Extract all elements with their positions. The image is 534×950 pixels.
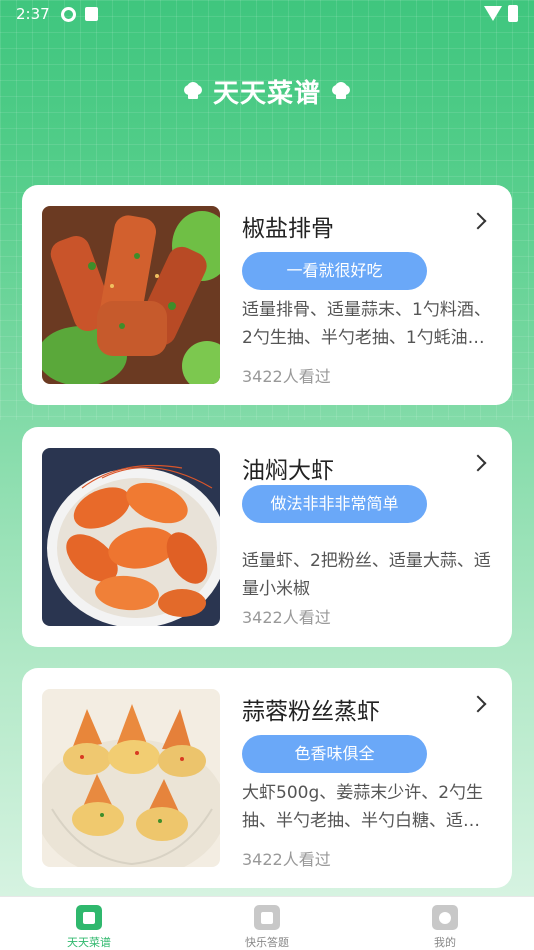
- recipe-card[interactable]: 蒜蓉粉丝蒸虾 色香味俱全 大虾500g、姜蒜末少许、2勺生抽、半勺老抽、半勺白糖…: [22, 668, 512, 888]
- recipe-views: 3422人看过: [242, 608, 331, 627]
- status-notification-icon: [85, 7, 98, 21]
- status-app-icon: [61, 7, 76, 22]
- page-title: 天天菜谱: [212, 78, 321, 109]
- recipe-image: [42, 689, 220, 867]
- recipe-views: 3422人看过: [242, 367, 331, 386]
- nav-item-recipes[interactable]: 天天菜谱: [0, 897, 178, 950]
- recipe-ingredients: 大虾500g、姜蒜末少许、2勺生抽、半勺老抽、半勺白糖、适量粉丝: [242, 783, 484, 831]
- recipe-ingredients: 适量虾、2把粉丝、适量大蒜、适量小米椒: [242, 551, 491, 599]
- battery-icon: [508, 5, 518, 22]
- nav-label: 天天菜谱: [67, 936, 111, 949]
- chef-hat-icon: [183, 82, 202, 99]
- profile-icon: [432, 905, 458, 930]
- recipe-card[interactable]: 油焖大虾 做法非非非常简单 适量虾、2把粉丝、适量大蒜、适量小米椒 3422人看…: [22, 427, 512, 647]
- recipe-image: [42, 448, 220, 626]
- chevron-right-icon[interactable]: [469, 212, 487, 230]
- chevron-right-icon[interactable]: [469, 695, 487, 713]
- wifi-icon: [484, 6, 502, 21]
- recipe-title: 油焖大虾: [242, 458, 334, 484]
- nav-item-profile[interactable]: 我的: [356, 897, 534, 950]
- recipe-tag: 色香味俱全: [242, 735, 427, 773]
- status-time: 2:37: [16, 5, 50, 23]
- chef-hat-icon: [332, 82, 350, 99]
- recipe-tag: 一看就很好吃: [242, 252, 427, 290]
- recipe-card[interactable]: 椒盐排骨 一看就很好吃 适量排骨、适量蒜末、1勺料酒、2勺生抽、半勺老抽、1勺蚝…: [22, 185, 512, 405]
- header: 天天菜谱: [0, 70, 534, 112]
- recipe-book-icon: [76, 905, 102, 930]
- quiz-icon: [254, 905, 280, 930]
- bottom-nav: 天天菜谱 快乐答题 我的: [0, 896, 534, 950]
- status-bar: 2:37: [0, 0, 534, 30]
- recipe-views: 3422人看过: [242, 850, 331, 869]
- recipe-tag: 做法非非非常简单: [242, 485, 427, 523]
- chevron-right-icon[interactable]: [469, 454, 487, 472]
- recipe-ingredients: 适量排骨、适量蒜末、1勺料酒、2勺生抽、半勺老抽、1勺蚝油、少许白糖: [242, 300, 491, 348]
- recipe-title: 蒜蓉粉丝蒸虾: [242, 699, 380, 725]
- nav-label: 快乐答题: [245, 936, 289, 949]
- recipe-image: [42, 206, 220, 384]
- nav-item-quiz[interactable]: 快乐答题: [178, 897, 356, 950]
- recipe-title: 椒盐排骨: [242, 216, 334, 242]
- nav-label: 我的: [434, 936, 456, 949]
